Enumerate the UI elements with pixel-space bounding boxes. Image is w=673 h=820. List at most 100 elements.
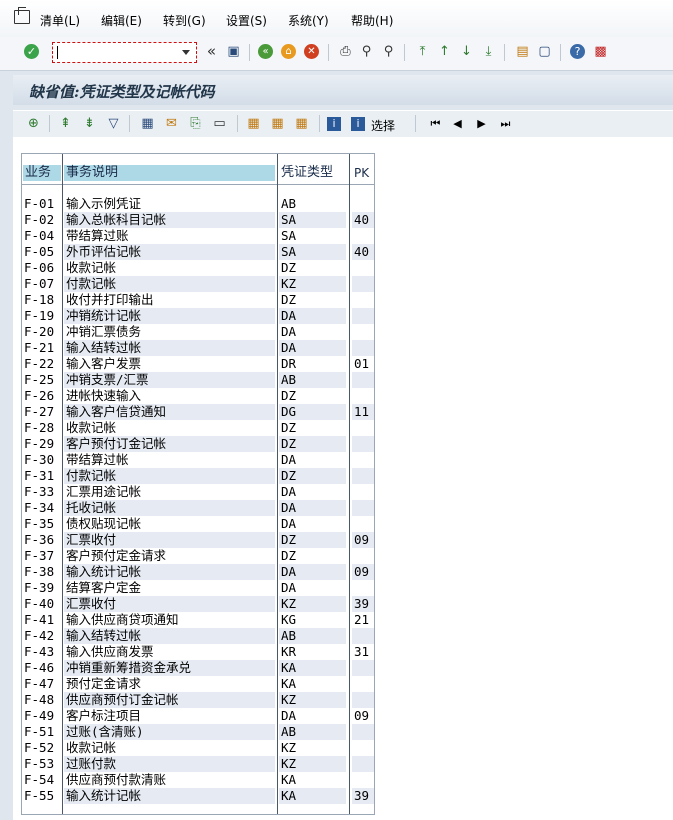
table-row[interactable]: F-01 输入示例凭证 AB: [22, 196, 374, 212]
cell-doc-type[interactable]: KA: [279, 788, 346, 804]
cell-posting-key[interactable]: [352, 388, 374, 404]
cell-posting-key[interactable]: 39: [352, 788, 374, 804]
cell-doc-type[interactable]: DG: [279, 404, 346, 420]
table-row[interactable]: F-19 冲销统计记帐 DA: [22, 308, 374, 324]
cell-description[interactable]: 输入统计记帐: [64, 788, 275, 804]
table-row[interactable]: F-37 客户预付定金请求 DZ: [22, 548, 374, 564]
collapse-icon[interactable]: «: [203, 43, 220, 60]
cell-description[interactable]: 冲销汇票债务: [64, 324, 275, 340]
cell-posting-key[interactable]: [352, 340, 374, 356]
table-row[interactable]: F-05 外币评估记帐 SA 40: [22, 244, 374, 260]
cell-transaction[interactable]: F-31: [22, 468, 61, 484]
table-row[interactable]: F-28 收款记帐 DZ: [22, 420, 374, 436]
customize-layout-icon[interactable]: ▩: [592, 43, 609, 60]
cell-posting-key[interactable]: [352, 228, 374, 244]
cell-description[interactable]: 冲销支票/汇票: [64, 372, 275, 388]
cell-description[interactable]: 冲销重新筹措资金承兑: [64, 660, 275, 676]
cell-doc-type[interactable]: KZ: [279, 740, 346, 756]
cell-description[interactable]: 输入结转过帐: [64, 628, 275, 644]
cell-posting-key[interactable]: [352, 740, 374, 756]
cell-transaction[interactable]: F-39: [22, 580, 61, 596]
find-next-icon[interactable]: ⚲: [380, 43, 397, 60]
cell-transaction[interactable]: F-25: [22, 372, 61, 388]
details-icon[interactable]: ⊕: [25, 115, 42, 132]
cell-doc-type[interactable]: DA: [279, 452, 346, 468]
cell-posting-key[interactable]: 40: [352, 212, 374, 228]
cancel-icon[interactable]: ✕: [304, 44, 319, 59]
cell-doc-type[interactable]: KA: [279, 772, 346, 788]
cell-posting-key[interactable]: 09: [352, 532, 374, 548]
cell-posting-key[interactable]: [352, 692, 374, 708]
select-button-label[interactable]: 选择: [371, 117, 395, 134]
cell-description[interactable]: 供应商预付款清账: [64, 772, 275, 788]
cell-transaction[interactable]: F-49: [22, 708, 61, 724]
table-row[interactable]: F-39 结算客户定金 DA: [22, 580, 374, 596]
cell-doc-type[interactable]: KZ: [279, 756, 346, 772]
cell-transaction[interactable]: F-20: [22, 324, 61, 340]
cell-description[interactable]: 带结算过帐: [64, 452, 275, 468]
table-row[interactable]: F-48 供应商预付订金记帐 KZ: [22, 692, 374, 708]
cell-doc-type[interactable]: KR: [279, 644, 346, 660]
cell-transaction[interactable]: F-19: [22, 308, 61, 324]
cell-description[interactable]: 输入结转过帐: [64, 340, 275, 356]
cell-posting-key[interactable]: [352, 660, 374, 676]
cell-posting-key[interactable]: [352, 324, 374, 340]
cell-transaction[interactable]: F-53: [22, 756, 61, 772]
header-transaction[interactable]: 业务: [23, 165, 61, 181]
cell-posting-key[interactable]: [352, 500, 374, 516]
find-icon[interactable]: ⚲: [358, 43, 375, 60]
cell-posting-key[interactable]: [352, 420, 374, 436]
cell-doc-type[interactable]: DZ: [279, 388, 346, 404]
table-row[interactable]: F-47 预付定金请求 KA: [22, 676, 374, 692]
cell-transaction[interactable]: F-46: [22, 660, 61, 676]
header-description[interactable]: 事务说明: [64, 165, 275, 181]
cell-posting-key[interactable]: 09: [352, 564, 374, 580]
cell-transaction[interactable]: F-28: [22, 420, 61, 436]
cell-transaction[interactable]: F-35: [22, 516, 61, 532]
menu-system[interactable]: 系统(Y): [288, 12, 329, 29]
table-row[interactable]: F-06 收款记帐 DZ: [22, 260, 374, 276]
cell-posting-key[interactable]: [352, 676, 374, 692]
cell-doc-type[interactable]: KG: [279, 612, 346, 628]
cell-posting-key[interactable]: [352, 468, 374, 484]
cell-doc-type[interactable]: AB: [279, 372, 346, 388]
cell-description[interactable]: 收付并打印输出: [64, 292, 275, 308]
export-icon[interactable]: ▦: [139, 115, 156, 132]
cell-doc-type[interactable]: SA: [279, 212, 346, 228]
cell-transaction[interactable]: F-07: [22, 276, 61, 292]
cell-doc-type[interactable]: DZ: [279, 292, 346, 308]
table-row[interactable]: F-25 冲销支票/汇票 AB: [22, 372, 374, 388]
cell-doc-type[interactable]: SA: [279, 244, 346, 260]
first-page-icon[interactable]: ⤒: [414, 43, 431, 60]
cell-transaction[interactable]: F-18: [22, 292, 61, 308]
table-row[interactable]: F-54 供应商预付款清账 KA: [22, 772, 374, 788]
table-row[interactable]: F-33 汇票用途记帐 DA: [22, 484, 374, 500]
cell-transaction[interactable]: F-02: [22, 212, 61, 228]
cell-description[interactable]: 收款记帐: [64, 420, 275, 436]
cell-transaction[interactable]: F-36: [22, 532, 61, 548]
table-row[interactable]: F-04 带结算过账 SA: [22, 228, 374, 244]
choose-layout-icon[interactable]: ▦: [269, 115, 286, 132]
cell-transaction[interactable]: F-34: [22, 500, 61, 516]
table-row[interactable]: F-42 输入结转过帐 AB: [22, 628, 374, 644]
table-row[interactable]: F-22 输入客户发票 DR 01: [22, 356, 374, 372]
cell-description[interactable]: 输入总帐科目记帐: [64, 212, 275, 228]
cell-doc-type[interactable]: DZ: [279, 420, 346, 436]
select-info-icon[interactable]: i: [351, 117, 365, 131]
table-row[interactable]: F-20 冲销汇票债务 DA: [22, 324, 374, 340]
cell-description[interactable]: 外币评估记帐: [64, 244, 275, 260]
cell-description[interactable]: 付款记帐: [64, 468, 275, 484]
cell-description[interactable]: 客户标注项目: [64, 708, 275, 724]
cell-description[interactable]: 收款记帐: [64, 260, 275, 276]
cell-transaction[interactable]: F-51: [22, 724, 61, 740]
header-doc-type[interactable]: 凭证类型: [279, 165, 346, 181]
cell-transaction[interactable]: F-41: [22, 612, 61, 628]
cell-description[interactable]: 预付定金请求: [64, 676, 275, 692]
cell-description[interactable]: 输入客户信贷通知: [64, 404, 275, 420]
cell-doc-type[interactable]: DA: [279, 308, 346, 324]
cell-doc-type[interactable]: DA: [279, 484, 346, 500]
cell-description[interactable]: 汇票用途记帐: [64, 484, 275, 500]
cell-doc-type[interactable]: DA: [279, 340, 346, 356]
table-row[interactable]: F-35 债权贴现记帐 DA: [22, 516, 374, 532]
cell-description[interactable]: 输入供应商贷项通知: [64, 612, 275, 628]
